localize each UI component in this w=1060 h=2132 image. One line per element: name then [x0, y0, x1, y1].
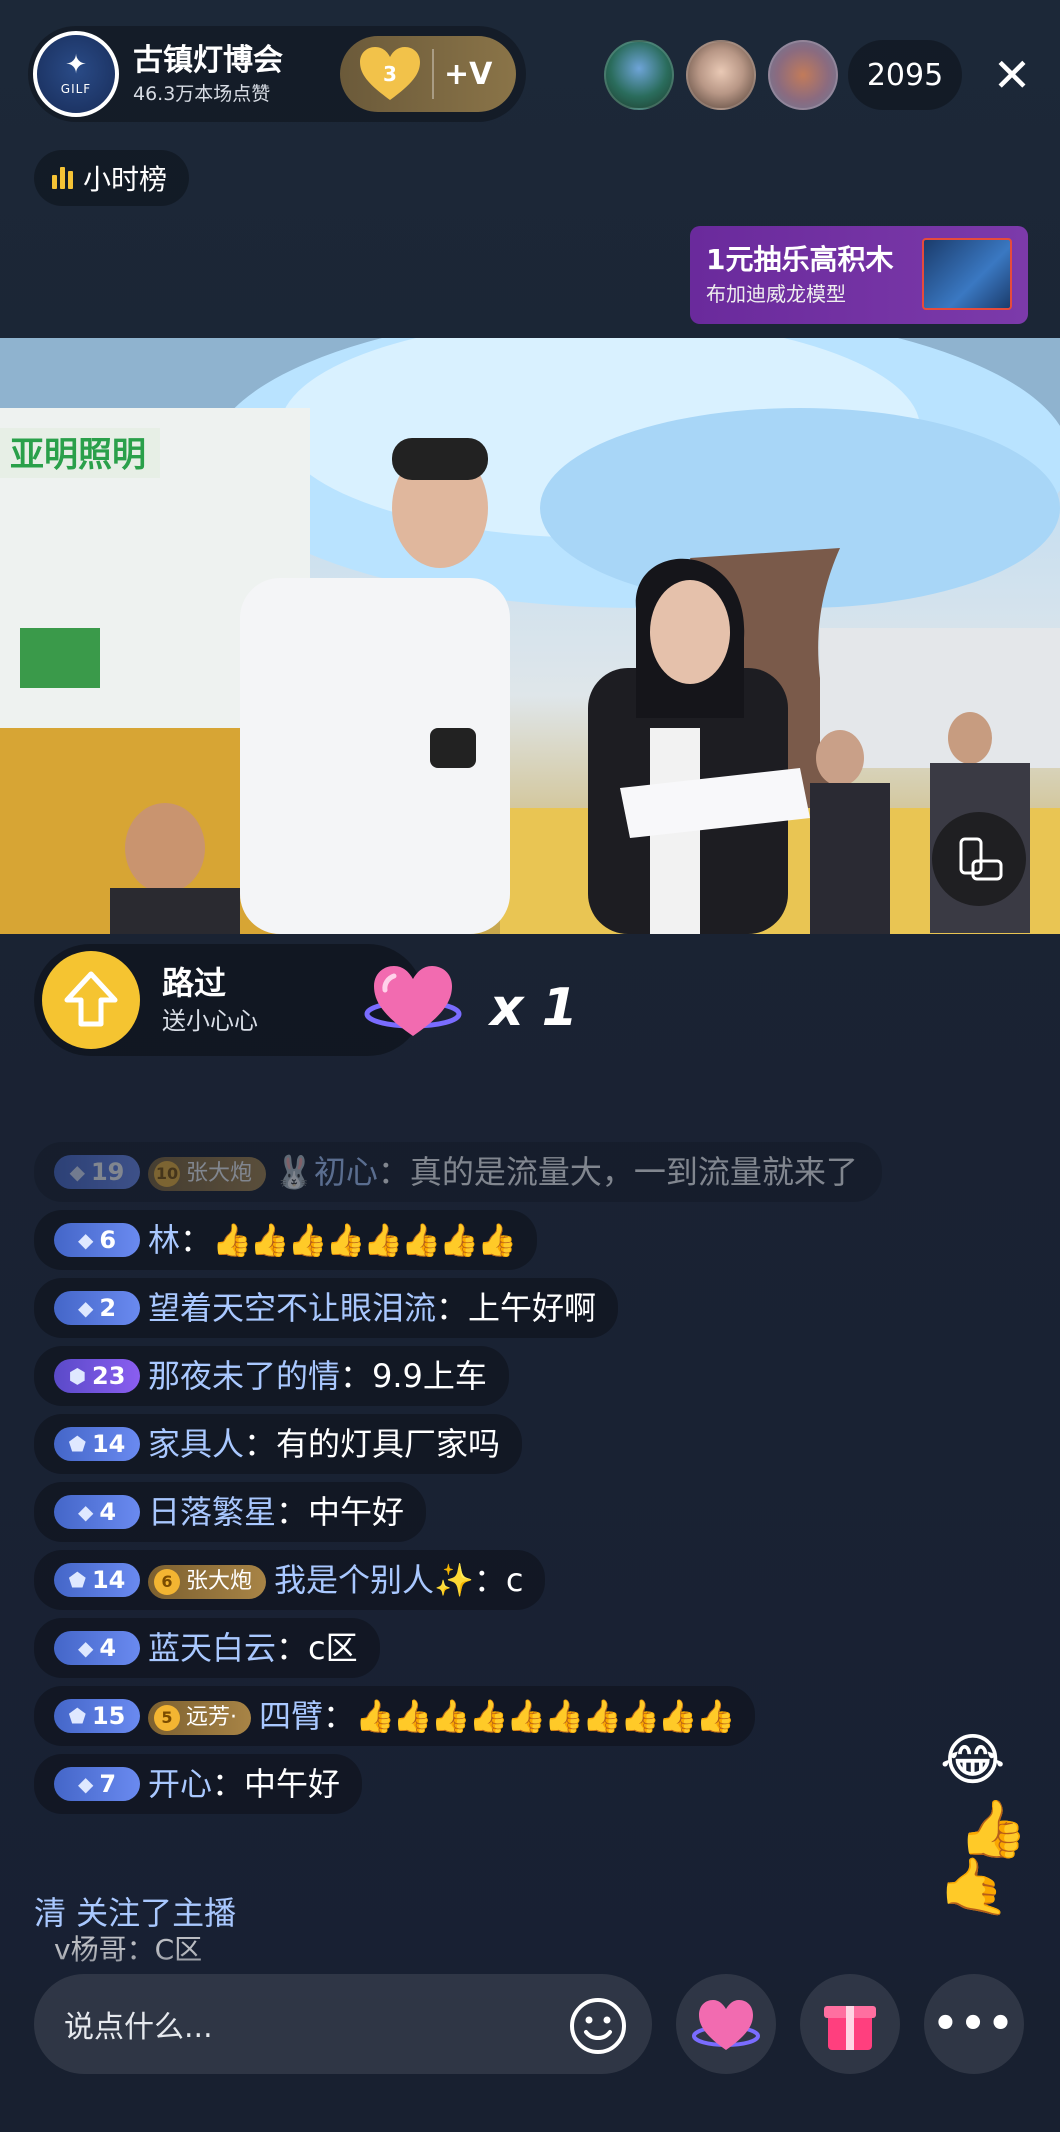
chat-text: ：c — [473, 1561, 524, 1599]
fan-club-button[interactable]: 3 +V — [340, 36, 516, 112]
user-level-badge: ◆ 7 — [54, 1767, 140, 1801]
fan-level: 3 — [383, 62, 397, 86]
chat-username[interactable]: 家具人 — [148, 1425, 244, 1463]
chat-username[interactable]: 四臂 — [259, 1697, 323, 1735]
promo-title: 1元抽乐高积木 — [706, 243, 894, 276]
chat-text: ：有的灯具厂家吗 — [244, 1425, 501, 1463]
more-button[interactable]: ••• — [924, 1974, 1024, 2074]
thumbs-up-icon: 👍👍👍👍👍👍👍👍 — [212, 1221, 517, 1259]
viewer-avatar[interactable] — [768, 40, 838, 110]
rank-label: 小时榜 — [83, 163, 168, 196]
host-name: 古镇灯博会 — [133, 43, 283, 78]
hourly-rank-button[interactable]: 小时榜 — [34, 150, 190, 206]
chat-message[interactable]: ⬟ 15 5 远芳· 四臂：👍👍👍👍👍👍👍👍👍👍 — [34, 1686, 756, 1746]
thumbs-up-icon: 👍👍👍👍👍👍👍👍👍👍 — [355, 1697, 735, 1735]
fan-divider — [432, 49, 434, 99]
chat-username[interactable]: 蓝天白云 — [148, 1629, 276, 1667]
laughing-emoji-icon: 😂 — [940, 1728, 1006, 1793]
join-label: +V — [444, 56, 493, 92]
rabbit-icon: 🐰 — [274, 1153, 314, 1191]
chat-message[interactable]: ◆ 6 林：👍👍👍👍👍👍👍👍 — [34, 1210, 537, 1270]
heart-like-icon — [692, 2000, 760, 2050]
heart-gift-icon — [364, 954, 462, 1044]
chat-message[interactable]: ◆ 4 日落繁星：中午好 — [34, 1482, 427, 1542]
gift-user-name: 路过 — [162, 964, 227, 1002]
chat-text: ：9.9上车 — [340, 1357, 487, 1395]
chat-message[interactable]: ⬟ 14 6 张大炮 我是个别人✨：c — [34, 1550, 546, 1610]
user-level-badge: ⬟ 14 — [54, 1563, 140, 1597]
comment-input[interactable]: 说点什么... — [34, 1974, 652, 2074]
chat-message[interactable]: ◆ 4 蓝天白云：c区 — [34, 1618, 380, 1678]
user-level-badge: ◆ 4 — [54, 1631, 140, 1665]
user-level-badge: ◆ 4 — [54, 1495, 140, 1529]
chat-username[interactable]: 望着天空不让眼泪流 — [148, 1289, 436, 1327]
chat-username[interactable]: 日落繁星 — [148, 1493, 276, 1531]
chat-message[interactable]: ◆ 19 10 张大炮 🐰初心：真的是流量大，一到流量就来了 — [34, 1142, 882, 1202]
chat-message[interactable]: ⬢ 23 那夜未了的情：9.9上车 — [34, 1346, 509, 1406]
user-level-badge: ◆ 19 — [54, 1155, 140, 1189]
fan-heart-icon: 3 — [358, 46, 422, 102]
chat-username[interactable]: 开心 — [148, 1765, 212, 1803]
chat-text: ：c区 — [276, 1629, 358, 1667]
viewer-avatar[interactable] — [604, 40, 674, 110]
host-info: 古镇灯博会 46.3万本场点赞 — [133, 41, 303, 107]
viewer-avatar[interactable] — [686, 40, 756, 110]
gift-button[interactable] — [800, 1974, 900, 2074]
host-avatar[interactable]: ✦ GILF — [33, 31, 119, 117]
user-level-badge: ⬟ 15 — [54, 1699, 140, 1733]
svg-text:亚明照明: 亚明照明 — [10, 435, 146, 475]
chat-text: ： — [180, 1221, 213, 1259]
fan-badge: 5 远芳· — [148, 1701, 251, 1735]
rank-bars-icon — [52, 167, 73, 189]
rock-hand-emoji-icon: 🤙 — [940, 1855, 1010, 1920]
chat-username[interactable]: 那夜未了的情 — [148, 1357, 340, 1395]
close-icon[interactable]: ✕ — [984, 40, 1040, 110]
host-likes: 46.3万本场点赞 — [133, 83, 271, 105]
arrow-up-icon — [64, 971, 118, 1027]
promo-subtitle: 布加迪威龙模型 — [706, 282, 846, 306]
thumbs-up-emoji-icon: 👍 — [958, 1797, 1028, 1862]
chat-username[interactable]: 我是个别人✨ — [274, 1561, 474, 1599]
chat-message[interactable]: ◆ 7 开心：中午好 — [34, 1754, 363, 1814]
star-logo-icon: ✦ — [65, 50, 87, 80]
chat-username[interactable]: 初心 — [314, 1153, 378, 1191]
comment-placeholder: 说点什么... — [64, 2010, 213, 2045]
host-card[interactable]: ✦ GILF 古镇灯博会 46.3万本场点赞 3 +V — [28, 26, 526, 122]
user-level-badge: ◆ 2 — [54, 1291, 140, 1325]
chat-text: ：真的是流量大，一到流量就来了 — [377, 1153, 858, 1191]
gift-count: x 1 — [490, 978, 578, 1038]
chat-message[interactable]: ⬟ 14 家具人：有的灯具厂家吗 — [34, 1414, 523, 1474]
rotate-screen-icon[interactable] — [932, 812, 1026, 906]
user-level-badge: ⬢ 23 — [54, 1359, 140, 1393]
host-avatar-label: GILF — [60, 82, 92, 96]
live-video[interactable]: 亚明照明 — [0, 338, 1060, 934]
chat-text: ：中午好 — [212, 1765, 341, 1803]
fan-badge: 6 张大炮 — [148, 1565, 267, 1599]
gift-user-info: 路过 送小心心 — [162, 962, 258, 1038]
chat-text: ：上午好啊 — [436, 1289, 597, 1327]
chat-text: ：中午好 — [276, 1493, 405, 1531]
promo-banner[interactable]: 1元抽乐高积木 布加迪威龙模型 — [690, 226, 1028, 324]
chat-username[interactable]: 林 — [148, 1221, 180, 1259]
video-frame: 亚明照明 — [0, 338, 1060, 934]
chat-list[interactable]: ◆ 19 10 张大炮 🐰初心：真的是流量大，一到流量就来了 ◆ 6 林：👍👍👍👍👍👍👍👍 … — [34, 1142, 894, 1822]
gift-user-avatar[interactable] — [42, 951, 140, 1049]
product-image — [922, 238, 1012, 310]
heart-like-button[interactable] — [676, 1974, 776, 2074]
fan-badge: 10 张大炮 — [148, 1157, 267, 1191]
emoji-icon[interactable] — [566, 1994, 630, 2058]
more-icon: ••• — [932, 2001, 1016, 2047]
top-viewers[interactable] — [604, 40, 850, 110]
gift-action: 送小心心 — [162, 1007, 258, 1035]
viewer-count[interactable]: 2095 — [848, 40, 962, 110]
gift-box-icon — [824, 2006, 876, 2050]
chat-text: ： — [323, 1697, 356, 1735]
user-level-badge: ◆ 6 — [54, 1223, 140, 1257]
chat-message[interactable]: ◆ 2 望着天空不让眼泪流：上午好啊 — [34, 1278, 619, 1338]
gem-icon: ◆ — [69, 1160, 85, 1184]
user-level-badge: ⬟ 14 — [54, 1427, 140, 1461]
